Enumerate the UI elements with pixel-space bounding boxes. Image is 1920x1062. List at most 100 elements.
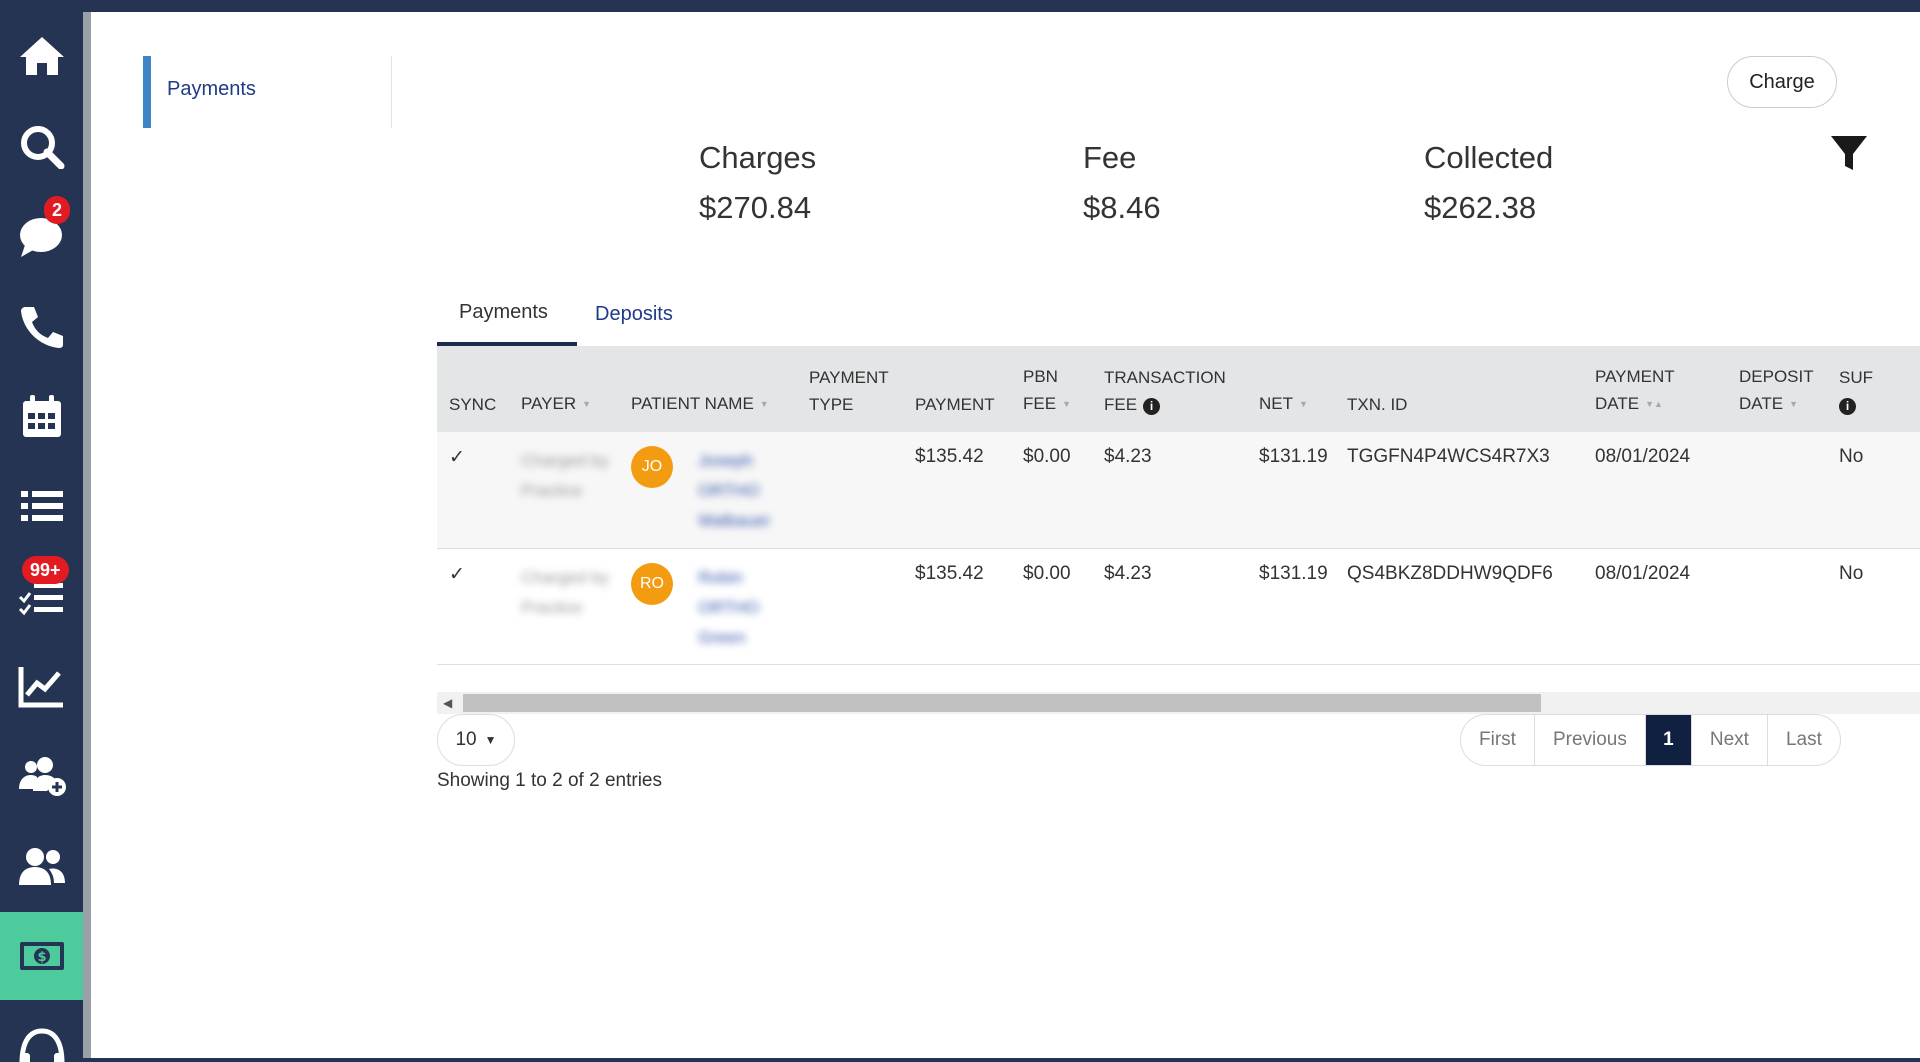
sort-icon: ▼ bbox=[759, 399, 769, 409]
patient-name-link[interactable]: Robin ORTHO Green bbox=[698, 563, 788, 653]
cell-payment-type bbox=[797, 548, 903, 665]
nav-add-patient[interactable] bbox=[0, 732, 83, 820]
sort-icon: ▼▲ bbox=[1645, 399, 1663, 409]
header-payment[interactable]: PAYMENT bbox=[903, 346, 1011, 432]
table-row[interactable]: ✓ Charged by Practice RO Robin ORTHO Gre… bbox=[437, 548, 1920, 665]
list-icon bbox=[20, 491, 63, 521]
charges-label: Charges bbox=[699, 140, 817, 175]
tab-deposits[interactable]: Deposits bbox=[595, 282, 715, 346]
cell-net: $131.19 bbox=[1247, 432, 1335, 549]
header-payment-type-label-2: TYPE bbox=[809, 395, 854, 414]
tab-payments[interactable]: Payments bbox=[437, 282, 577, 346]
scrollbar-thumb[interactable] bbox=[463, 694, 1541, 712]
calendar-icon bbox=[22, 395, 61, 437]
table-horizontal-scrollbar[interactable]: ◀ ▶ bbox=[437, 692, 1920, 714]
header-transaction-fee-label-1: TRANSACTION bbox=[1104, 368, 1226, 387]
money-icon: $ bbox=[19, 942, 64, 970]
cell-txn-id: TGGFN4P4WCS4R7X3 bbox=[1335, 432, 1583, 549]
cell-payment: $135.42 bbox=[903, 432, 1011, 549]
collected-label: Collected bbox=[1424, 140, 1554, 175]
page-size-select[interactable]: 10 ▼ bbox=[437, 714, 515, 766]
sidebar: 2 99+ $ bbox=[0, 0, 83, 1062]
page-previous-button[interactable]: Previous bbox=[1535, 715, 1646, 765]
nav-phone[interactable] bbox=[0, 282, 83, 370]
nav-reports[interactable] bbox=[0, 642, 83, 730]
nav-payments[interactable]: $ bbox=[0, 912, 83, 1000]
left-nav-label: Payments bbox=[167, 78, 256, 100]
collected-value: $262.38 bbox=[1424, 190, 1537, 225]
page-size-value: 10 bbox=[455, 729, 477, 750]
add-user-icon bbox=[18, 757, 66, 796]
header-net[interactable]: NET ▼ bbox=[1247, 346, 1335, 432]
left-nav-payments[interactable]: Payments bbox=[143, 56, 383, 128]
cell-txn-id: QS4BKZ8DDHW9QDF6 bbox=[1335, 548, 1583, 665]
header-sur-label: SUF bbox=[1839, 368, 1873, 387]
nav-search[interactable] bbox=[0, 102, 83, 190]
header-sync[interactable]: SYNC bbox=[437, 346, 509, 432]
nav-calendar[interactable] bbox=[0, 372, 83, 460]
cell-sur: No bbox=[1827, 432, 1920, 549]
charges-stat: Charges $270.84 bbox=[699, 140, 816, 226]
header-pbn-fee[interactable]: PBN FEE ▼ bbox=[1011, 346, 1092, 432]
header-sur[interactable]: SUF i bbox=[1827, 346, 1920, 432]
cell-transaction-fee: $4.23 bbox=[1092, 548, 1247, 665]
header-deposit-date-label-1: DEPOSIT bbox=[1739, 366, 1814, 386]
svg-text:$: $ bbox=[37, 950, 46, 965]
nav-home[interactable] bbox=[0, 12, 83, 100]
page-first-button[interactable]: First bbox=[1461, 715, 1535, 765]
users-icon bbox=[18, 848, 65, 885]
page-next-button[interactable]: Next bbox=[1692, 715, 1768, 765]
header-txn-id[interactable]: TXN. ID bbox=[1335, 346, 1583, 432]
header-transaction-fee[interactable]: TRANSACTION FEE i bbox=[1092, 346, 1247, 432]
pagination: First Previous 1 Next Last bbox=[1460, 714, 1841, 766]
header-sync-label: SYNC bbox=[449, 395, 497, 414]
header-payment-label: PAYMENT bbox=[915, 395, 995, 414]
charges-value: $270.84 bbox=[699, 190, 812, 225]
fee-value: $8.46 bbox=[1083, 190, 1161, 225]
nav-support[interactable] bbox=[0, 1002, 83, 1062]
scroll-left-icon[interactable]: ◀ bbox=[443, 696, 452, 710]
cell-sur: No bbox=[1827, 548, 1920, 665]
messages-badge: 2 bbox=[44, 196, 71, 224]
patient-name-link[interactable]: Joseph ORTHO Walbauer bbox=[698, 446, 788, 536]
payments-table: SYNC PAYER ▼ PATIENT NAME ▼ PAYMENT TYPE PA… bbox=[437, 346, 1920, 665]
cell-payment: $135.42 bbox=[903, 548, 1011, 665]
cell-payment-date: 08/01/2024 bbox=[1583, 548, 1727, 665]
sidebar-scrollbar[interactable] bbox=[83, 12, 91, 1058]
header-payment-type[interactable]: PAYMENT TYPE bbox=[797, 346, 903, 432]
header-payment-date-label-2: DATE bbox=[1595, 393, 1640, 413]
sort-icon: ▼ bbox=[1062, 399, 1071, 409]
filter-icon[interactable] bbox=[1829, 134, 1869, 174]
header-pbn-fee-label-1: PBN bbox=[1023, 366, 1058, 386]
cell-payer: Charged by Practice bbox=[509, 548, 619, 665]
cell-pbn-fee: $0.00 bbox=[1011, 432, 1092, 549]
charge-button[interactable]: Charge bbox=[1727, 56, 1837, 108]
nav-patients[interactable] bbox=[0, 822, 83, 910]
entries-info: Showing 1 to 2 of 2 entries bbox=[437, 770, 662, 791]
payments-table-wrap: SYNC PAYER ▼ PATIENT NAME ▼ PAYMENT TYPE PA… bbox=[437, 346, 1920, 686]
info-icon[interactable]: i bbox=[1143, 398, 1161, 415]
divider bbox=[391, 56, 392, 128]
nav-list[interactable] bbox=[0, 462, 83, 550]
header-payment-date-label-1: PAYMENT bbox=[1595, 366, 1675, 386]
header-deposit-date-label-2: DATE bbox=[1739, 393, 1784, 413]
header-payment-date[interactable]: PAYMENT DATE ▼▲ bbox=[1583, 346, 1727, 432]
page-last-button[interactable]: Last bbox=[1768, 715, 1840, 765]
page-current-button[interactable]: 1 bbox=[1645, 715, 1692, 765]
header-patient-name-label: PATIENT NAME bbox=[631, 393, 754, 413]
phone-icon bbox=[20, 307, 63, 348]
sort-icon: ▼ bbox=[582, 399, 592, 409]
header-pbn-fee-label-2: FEE bbox=[1023, 393, 1057, 413]
cell-payment-type bbox=[797, 432, 903, 549]
header-txn-id-label: TXN. ID bbox=[1347, 395, 1408, 414]
cell-transaction-fee: $4.23 bbox=[1092, 432, 1247, 549]
nav-tasks[interactable]: 99+ bbox=[0, 552, 83, 640]
nav-messages[interactable]: 2 bbox=[0, 192, 83, 280]
cell-payer: Charged by Practice bbox=[509, 432, 619, 549]
header-patient-name[interactable]: PATIENT NAME ▼ bbox=[619, 346, 797, 432]
home-icon bbox=[19, 37, 64, 75]
header-deposit-date[interactable]: DEPOSIT DATE ▼ bbox=[1727, 346, 1827, 432]
header-payer[interactable]: PAYER ▼ bbox=[509, 346, 619, 432]
info-icon[interactable]: i bbox=[1839, 398, 1856, 415]
table-row[interactable]: ✓ Charged by Practice JO Joseph ORTHO Wa… bbox=[437, 432, 1920, 549]
